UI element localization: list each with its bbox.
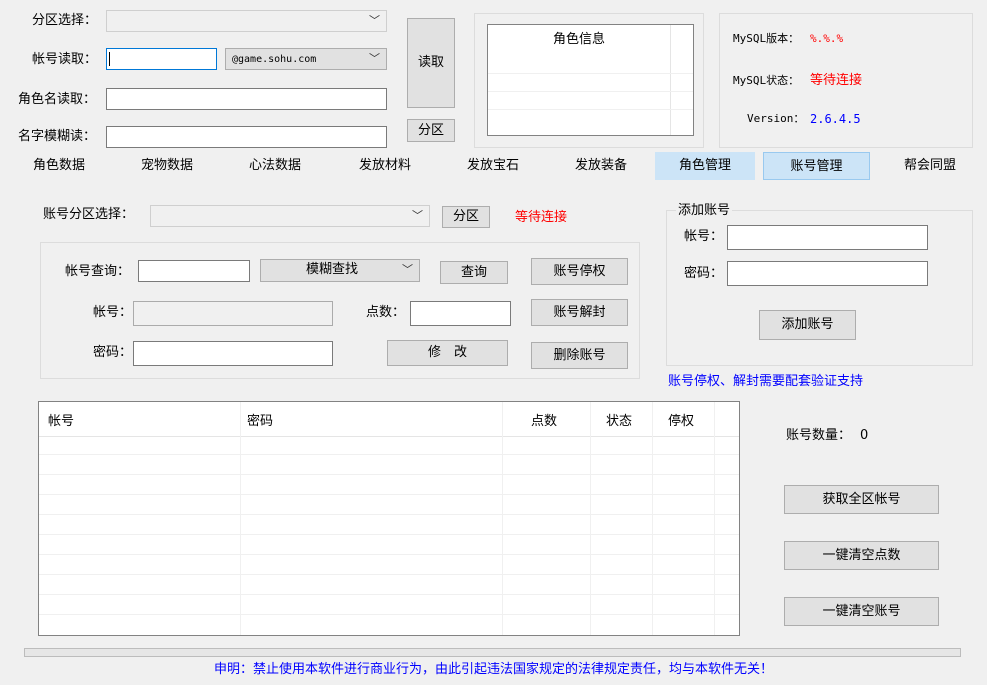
tab-account-management[interactable]: 账号管理 [763,152,870,180]
chevron-down-icon: ﹀ [369,52,380,65]
tab-skill-data[interactable]: 心法数据 [234,152,316,180]
account-query-label: 帐号查询： [65,264,131,279]
add-account-label: 帐号： [684,229,724,244]
clear-all-accounts-button[interactable]: 一键清空账号 [784,597,939,626]
table-header: 帐号 密码 点数 状态 停权 [39,402,739,437]
tab-role-data[interactable]: 角色数据 [18,152,100,180]
mysql-version-label: MySQL版本： [733,32,800,45]
get-all-accounts-button[interactable]: 获取全区帐号 [784,485,939,514]
version-label: Version： [747,112,805,125]
version-value: 2.6.4.5 [810,112,861,126]
zone-select[interactable]: ﹀ [106,10,387,32]
column-account[interactable]: 帐号 [48,410,74,429]
suspend-note: 账号停权、解封需要配套验证支持 [668,374,864,389]
tab-send-gem[interactable]: 发放宝石 [452,152,534,180]
account-read-input[interactable] [106,48,217,70]
delete-account-button[interactable]: 删除账号 [531,342,628,369]
fuzzy-search-value: 模糊查找 [305,262,358,277]
unseal-account-button[interactable]: 账号解封 [531,299,628,326]
account-label: 帐号： [93,305,133,320]
tab-pet-data[interactable]: 宠物数据 [126,152,208,180]
mysql-status-label: MySQL状态： [733,74,800,87]
points-label: 点数： [366,305,406,320]
add-password-label: 密码： [684,266,724,281]
modify-button[interactable]: 修 改 [387,340,508,366]
column-suspended[interactable]: 停权 [668,410,694,429]
add-account-title: 添加账号 [676,201,733,221]
role-info-header: 角色信息 [488,25,671,55]
suspend-account-button[interactable]: 账号停权 [531,258,628,285]
role-name-label: 角色名读取： [18,92,97,107]
account-zone-label: 账号分区选择： [43,207,135,222]
password-label: 密码： [93,345,133,360]
add-account-button[interactable]: 添加账号 [759,310,856,340]
role-name-input[interactable] [106,88,387,110]
account-count-value: 0 [860,428,869,443]
zone-button[interactable]: 分区 [407,119,455,142]
tab-guild-alliance[interactable]: 帮会同盟 [886,152,974,180]
column-status[interactable]: 状态 [606,410,632,429]
disclaimer-text: 申明：禁止使用本软件进行商业行为，由此引起违法国家规定的法律规定责任，均与本软件… [213,662,773,677]
progress-bar [24,648,961,657]
fuzzy-name-input[interactable] [106,126,387,148]
column-points[interactable]: 点数 [531,410,557,429]
zone-select-label: 分区选择： [32,13,98,28]
account-zone-button[interactable]: 分区 [442,206,490,228]
domain-value: @game.sohu.com [232,54,317,65]
account-field[interactable] [133,301,333,326]
account-count-label: 账号数量： [786,428,852,443]
add-password-input[interactable] [727,261,928,286]
query-button[interactable]: 查询 [440,261,508,284]
connection-status: 等待连接 [515,210,568,225]
tab-role-management[interactable]: 角色管理 [655,152,755,180]
chevron-down-icon: ﹀ [402,263,413,276]
read-button[interactable]: 读取 [407,18,455,108]
add-account-input[interactable] [727,225,928,250]
chevron-down-icon: ﹀ [369,14,380,27]
tab-send-equipment[interactable]: 发放装备 [560,152,642,180]
account-query-input[interactable] [138,260,250,282]
role-info-list[interactable]: 角色信息 [487,24,694,136]
password-input[interactable] [133,341,333,366]
points-input[interactable] [410,301,511,326]
mysql-status-value: 等待连接 [810,73,863,88]
account-read-label: 帐号读取： [32,52,98,67]
domain-select[interactable]: @game.sohu.com ﹀ [225,48,387,70]
column-password[interactable]: 密码 [247,410,273,429]
fuzzy-name-label: 名字模糊读： [18,129,97,144]
chevron-down-icon: ﹀ [412,209,423,222]
mysql-version-value: %.%.% [810,32,844,45]
clear-all-points-button[interactable]: 一键清空点数 [784,541,939,570]
tab-send-material[interactable]: 发放材料 [344,152,426,180]
text-cursor [109,52,110,66]
accounts-table[interactable]: 帐号 密码 点数 状态 停权 [38,401,740,636]
fuzzy-search-select[interactable]: 模糊查找 ﹀ [260,259,420,282]
account-zone-select[interactable]: ﹀ [150,205,430,227]
